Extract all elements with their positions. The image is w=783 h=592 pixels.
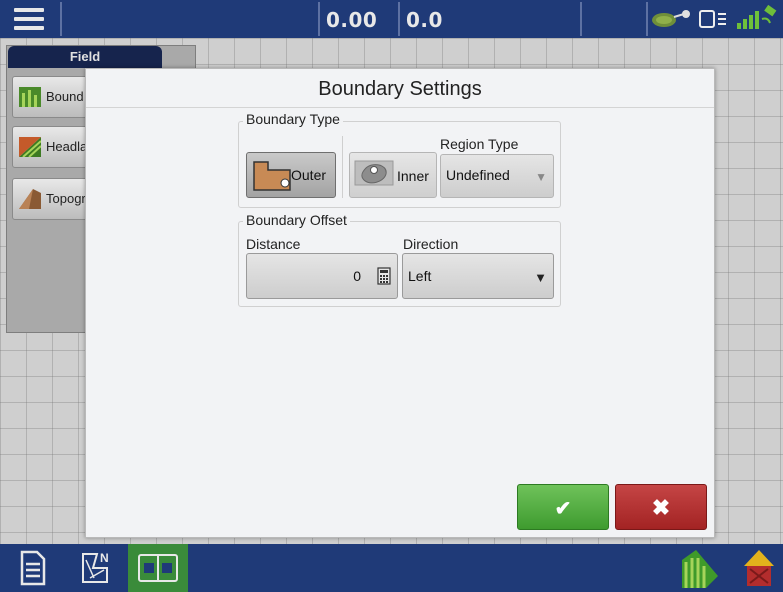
region-type-dropdown[interactable]: Undefined ▼ (440, 154, 554, 198)
calculator-icon[interactable] (377, 267, 391, 285)
sidebar-item-label: Bound (46, 89, 84, 104)
headland-icon (19, 137, 41, 157)
split-view-icon (138, 554, 178, 582)
inner-label: Inner (397, 168, 429, 184)
field-coverage-icon[interactable] (676, 546, 720, 590)
outer-boundary-icon (253, 161, 291, 191)
document-icon[interactable] (20, 550, 46, 586)
region-type-label: Region Type (440, 136, 519, 152)
cancel-button[interactable]: ✖ (615, 484, 707, 530)
top-divider (580, 2, 582, 36)
map-grid-icon[interactable]: N (80, 550, 112, 586)
direction-dropdown[interactable]: Left ▼ (402, 253, 554, 299)
top-divider (318, 2, 320, 36)
top-divider (60, 2, 62, 36)
boundary-type-label: Boundary Type (243, 111, 343, 127)
outer-boundary-button[interactable]: Outer (246, 152, 336, 198)
boundary-icon (19, 87, 41, 107)
chevron-down-icon: ▼ (534, 270, 547, 285)
distance-field[interactable]: 0 (246, 253, 398, 299)
close-icon: ✖ (651, 495, 671, 520)
top-divider (398, 2, 400, 36)
sidebar-item-label: Headla (46, 139, 88, 154)
checkmark-icon: ✔ (554, 498, 572, 520)
bottom-nav-bar: N (0, 544, 783, 592)
type-divider (342, 136, 343, 198)
direction-value: Left (408, 268, 432, 284)
inner-boundary-icon (354, 160, 394, 186)
outer-label: Outer (291, 167, 327, 183)
topography-icon (19, 189, 41, 209)
distance-label: Distance (246, 236, 301, 252)
boundary-offset-label: Boundary Offset (243, 212, 350, 228)
top-divider (646, 2, 648, 36)
split-view-tab[interactable] (128, 544, 188, 592)
svg-text:N: N (100, 551, 109, 565)
dialog-title: Boundary Settings (318, 78, 482, 100)
satellite-signal-icon[interactable] (735, 5, 779, 33)
confirm-button[interactable]: ✔ (517, 484, 609, 530)
top-status-bar: 0.00 0.0 (0, 0, 783, 38)
speed-readout: 0.00 (326, 8, 378, 32)
region-type-value: Undefined (446, 167, 510, 183)
tab-field[interactable]: Field (8, 46, 162, 68)
heading-readout: 0.0 (406, 8, 443, 32)
inner-boundary-button[interactable]: Inner (349, 152, 437, 198)
display-icon[interactable] (698, 9, 728, 29)
title-divider (86, 107, 714, 108)
gps-antenna-icon[interactable] (650, 9, 692, 29)
barn-icon[interactable] (742, 548, 776, 588)
sidebar-item-label: Topogr (46, 191, 86, 206)
chevron-down-icon: ▼ (535, 170, 547, 184)
menu-icon[interactable] (14, 8, 44, 30)
boundary-settings-dialog: Boundary Settings Boundary Type Outer In… (85, 68, 715, 538)
distance-value: 0 (353, 268, 361, 284)
direction-label: Direction (403, 236, 459, 252)
